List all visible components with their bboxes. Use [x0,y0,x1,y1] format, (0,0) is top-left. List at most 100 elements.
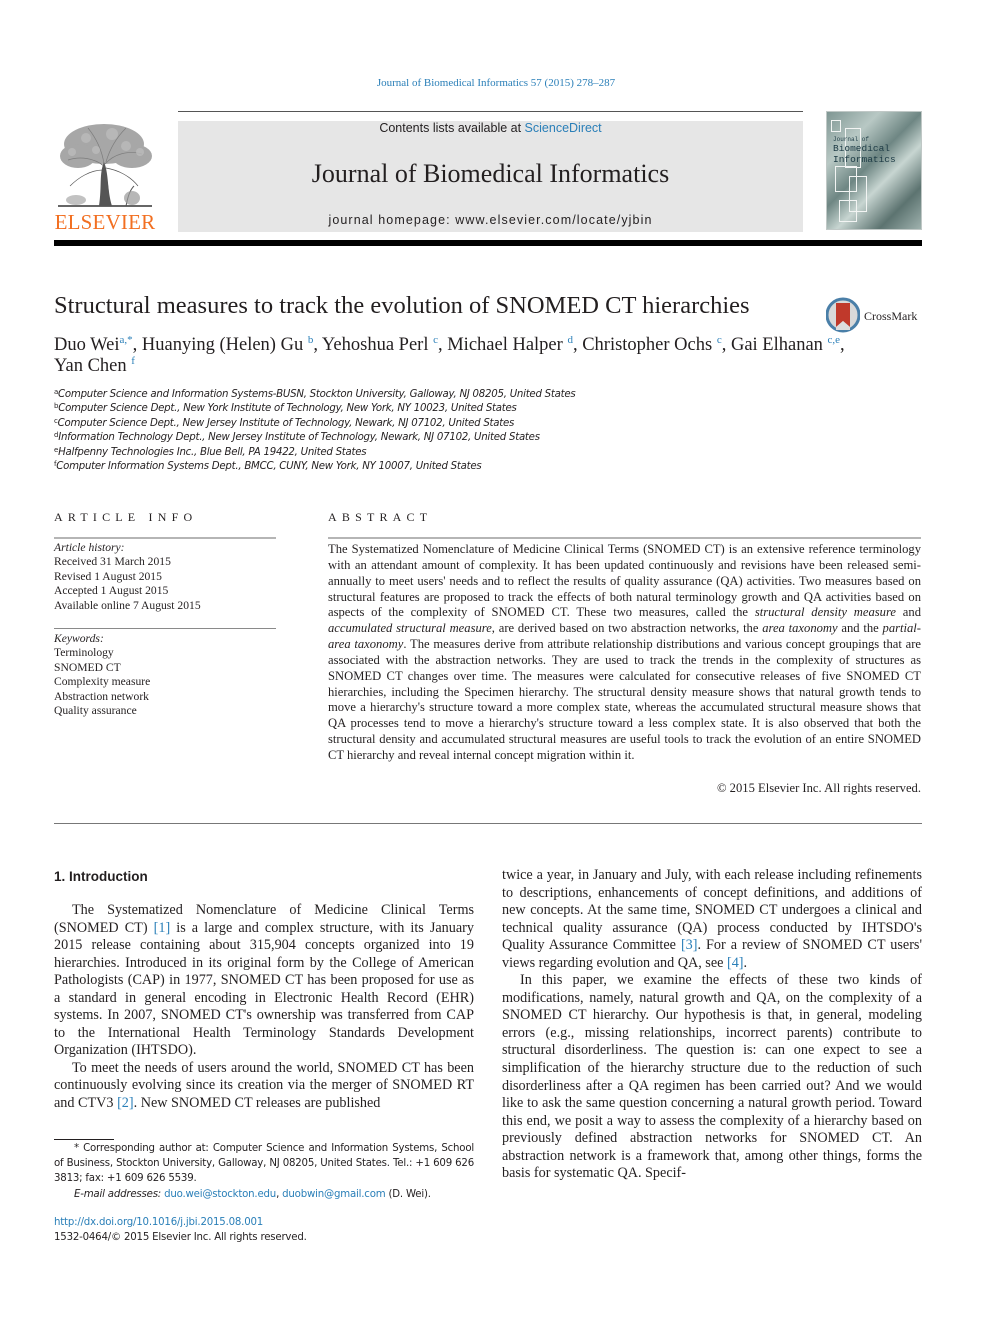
body-text: . New SNOMED CT releases are published [133,1095,381,1112]
affiliation: bComputer Science Dept., New York Instit… [54,402,614,416]
author-affiliation-marker[interactable]: c [433,334,438,346]
keywords-label: Keywords: [54,632,104,645]
history-item: Received 31 March 2015 [54,555,171,569]
author-name[interactable]: Duo Wei [54,335,119,355]
cover-decoration [831,120,841,132]
cover-title-line: Biomedical [833,143,891,154]
abstract-segment: . The measures derive from attribute rel… [328,637,921,762]
author-affiliation-marker[interactable]: c [717,334,722,346]
homepage-label: journal homepage: [328,213,456,227]
author[interactable]: Duo Weia,* [54,334,133,356]
keywords: Keywords: Terminology SNOMED CT Complexi… [54,632,276,718]
author-affiliation-marker[interactable]: f [131,355,135,367]
affiliation: dInformation Technology Dept., New Jerse… [54,431,614,445]
abstract-rule [328,537,921,539]
body-text: is a large and complex structure, with i… [54,919,474,1059]
email-link[interactable]: duobwin@gmail.com [282,1189,386,1200]
elsevier-logo[interactable]: ELSEVIER [54,120,156,234]
crossmark-icon [826,297,860,333]
affiliation-text: Information Technology Dept., New Jersey… [58,432,540,444]
body-column-left: The Systematized Nomenclature of Medicin… [54,902,474,1113]
affiliation-text: Computer Information Systems Dept., BMCC… [56,461,482,473]
elsevier-tree-icon [58,124,152,207]
author-name[interactable]: Yan Chen [54,356,127,376]
author-name[interactable]: Huanying (Helen) Gu [142,335,303,355]
abstract-segment: and the [837,621,883,636]
section-heading-introduction: 1. Introduction [54,869,148,884]
crossmark-label: CrossMark [864,309,918,323]
keyword: Complexity measure [54,675,151,689]
abstract-heading: ABSTRACT [328,510,433,524]
homepage-url-link[interactable]: www.elsevier.com/locate/yjbin [455,213,652,227]
history-item: Available online 7 August 2015 [54,598,201,612]
journal-homepage: journal homepage: www.elsevier.com/locat… [178,213,803,227]
article-history: Article history: Received 31 March 2015 … [54,541,276,613]
doi-link[interactable]: http://dx.doi.org/10.1016/j.jbi.2015.08.… [54,1216,307,1231]
journal-masthead: Contents lists available at ScienceDirec… [178,121,803,232]
affiliation-text: Halfpenny Technologies Inc., Blue Bell, … [58,446,367,458]
cover-title-line: Informatics [833,154,896,165]
keyword: Terminology [54,646,114,660]
abstract-emphasis: accumulated structural measure [328,621,492,636]
cover-title: Journal of Biomedical Informatics [833,136,896,165]
abstract-copyright: © 2015 Elsevier Inc. All rights reserved… [716,781,921,795]
masthead-bottom-rule [54,240,922,246]
doi-block: http://dx.doi.org/10.1016/j.jbi.2015.08.… [54,1216,307,1245]
author[interactable]: Gai Elhanan c,e [731,334,841,356]
front-matter-separator [54,823,922,824]
body-paragraph: twice a year, in January and July, with … [502,867,922,972]
masthead-top-rule [178,111,803,112]
email-suffix: (D. Wei). [385,1189,431,1201]
reference-link[interactable]: [4] [727,955,744,971]
keyword: SNOMED CT [54,660,121,674]
article-info-heading: ARTICLE INFO [54,510,198,524]
affiliation-text: Computer Science Dept., New Jersey Insti… [57,417,515,429]
abstract-text: The Systematized Nomenclature of Medicin… [328,542,921,764]
cover-title-line: Journal of [833,136,870,143]
sciencedirect-link[interactable]: ScienceDirect [525,121,602,135]
article-title: Structural measures to track the evoluti… [54,292,750,319]
author-name[interactable]: Christopher Ochs [582,335,712,355]
reference-link[interactable]: [1] [154,920,171,936]
body-column-right: twice a year, in January and July, with … [502,867,922,1183]
journal-citation[interactable]: Journal of Biomedical Informatics 57 (20… [0,77,992,89]
corresponding-author-footnote: * Corresponding author at: Computer Scie… [54,1142,474,1203]
email-addresses: E-mail addresses: duo.wei@stockton.edu, … [54,1188,474,1203]
author[interactable]: Michael Halper d [447,334,573,356]
corresponding-author-text: * Corresponding author at: Computer Scie… [54,1143,474,1184]
email-label: E-mail addresses: [74,1189,165,1201]
abstract-segment: and [896,605,921,620]
keyword: Abstraction network [54,689,149,703]
author-affiliation-marker[interactable]: c,e [828,334,841,346]
affiliation: cComputer Science Dept., New Jersey Inst… [54,417,614,431]
author-affiliation-marker[interactable]: b [308,334,314,346]
keyword: Quality assurance [54,704,137,718]
body-text: . [743,954,748,971]
author[interactable]: Christopher Ochs c [582,334,722,356]
cover-decoration [839,200,857,222]
author[interactable]: Huanying (Helen) Gu b [142,334,314,356]
author-name[interactable]: Gai Elhanan [731,335,823,355]
article-info-rule [54,537,276,539]
author-affiliation-marker[interactable]: a,* [119,334,132,346]
email-link[interactable]: duo.wei@stockton.edu [164,1189,276,1200]
history-item: Accepted 1 August 2015 [54,584,169,598]
author-name[interactable]: Michael Halper [447,335,563,355]
author-affiliation-marker[interactable]: d [567,334,573,346]
author[interactable]: Yehoshua Perl c [322,334,438,356]
journal-cover-thumbnail[interactable]: Journal of Biomedical Informatics [826,111,922,230]
reference-link[interactable]: [2] [117,1095,134,1111]
body-paragraph: In this paper, we examine the effects of… [502,972,922,1182]
contents-available-line: Contents lists available at ScienceDirec… [178,121,803,135]
affiliation-text: Computer Science Dept., New York Institu… [58,403,517,415]
issn-copyright: 1532-0464/© 2015 Elsevier Inc. All right… [54,1231,307,1243]
crossmark-badge[interactable]: CrossMark [826,297,926,333]
abstract-emphasis: structural density measure [754,605,896,620]
abstract-segment: , are derived based on two abstraction n… [491,621,763,636]
reference-link[interactable]: [3] [681,937,698,953]
affiliation: eHalfpenny Technologies Inc., Blue Bell,… [54,446,614,460]
author[interactable]: Yan Chen f [54,355,135,377]
keywords-rule [54,628,276,629]
contents-prefix: Contents lists available at [379,121,525,135]
author-name[interactable]: Yehoshua Perl [322,335,429,355]
